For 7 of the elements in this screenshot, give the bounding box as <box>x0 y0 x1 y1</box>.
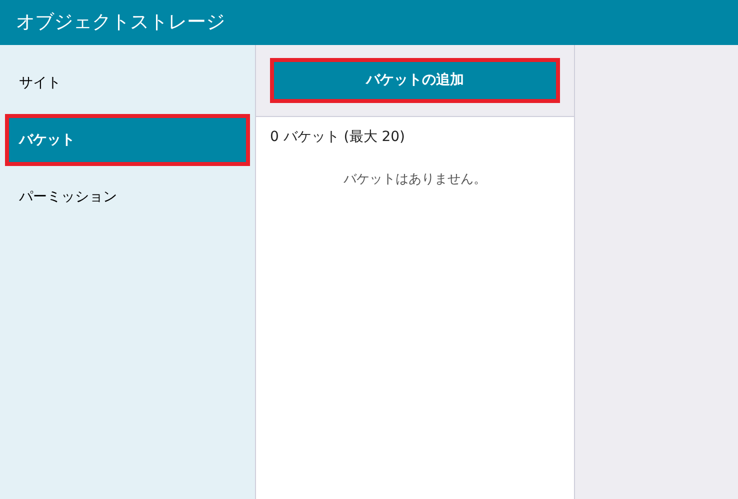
sidebar-item[interactable]: サイト <box>5 57 250 109</box>
add-bucket-button[interactable]: バケットの追加 <box>270 58 560 103</box>
sidebar-item[interactable]: バケット <box>5 114 250 166</box>
empty-message: バケットはありません。 <box>342 171 488 189</box>
app-title: オブジェクトストレージ <box>16 10 225 36</box>
bucket-count: 0 バケット (最大 20) <box>270 128 406 147</box>
sidebar-item[interactable]: パーミッション <box>5 171 250 223</box>
